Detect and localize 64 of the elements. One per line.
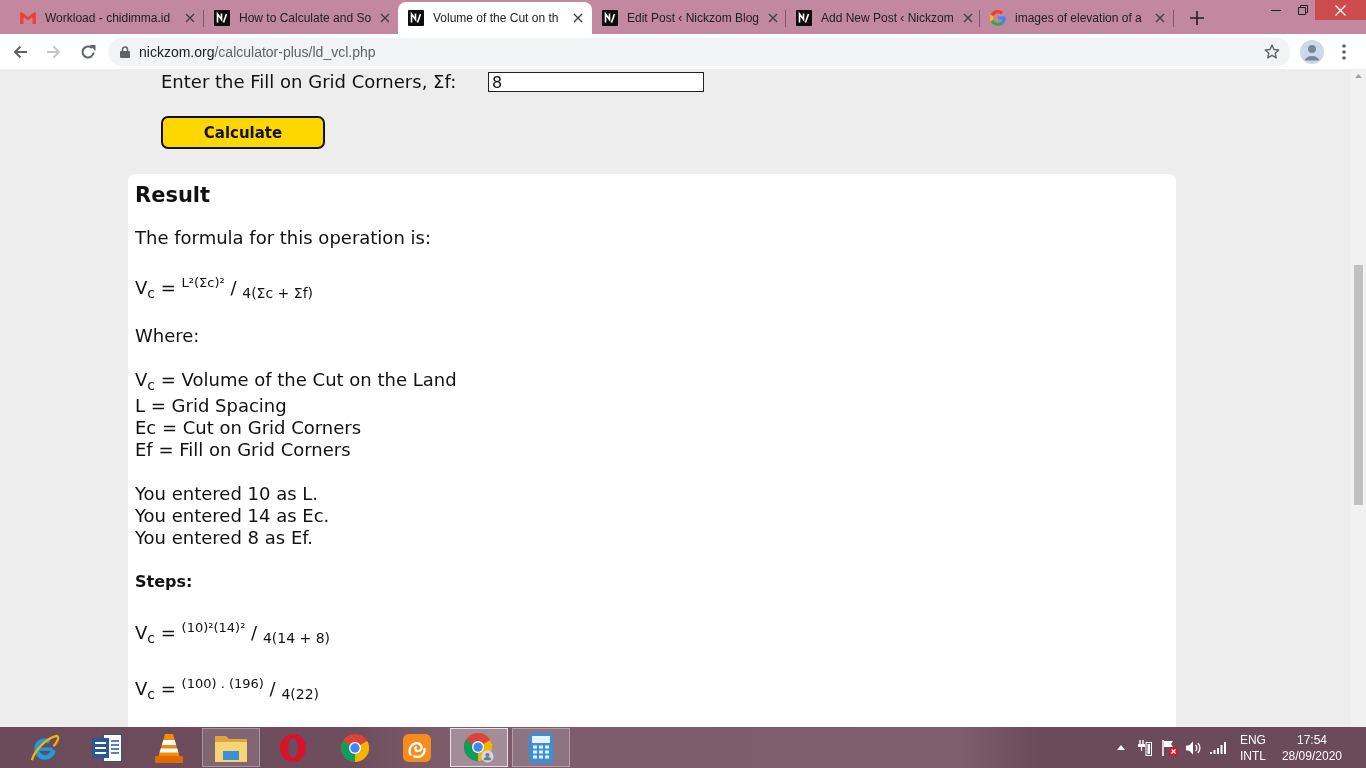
definition-text: Ef = Fill on Grid Corners <box>135 439 351 461</box>
caret-up-icon[interactable] <box>1116 745 1125 750</box>
formula-intro-text: The formula for this operation is: <box>135 227 431 249</box>
formula-text: V$_{c}$ = $^{L²(Σc)²}$ / $_{4(Σc + Σf)}$ <box>135 277 314 301</box>
ring-swoosh-icon <box>30 733 60 762</box>
star-icon[interactable] <box>1264 43 1280 60</box>
speaker-icon[interactable] <box>1185 740 1201 755</box>
logo-icon <box>214 10 230 26</box>
close-icon <box>1335 4 1346 16</box>
result-heading: Result <box>135 182 211 209</box>
document-icon <box>92 733 122 762</box>
reload-icon[interactable] <box>80 43 96 60</box>
definition-text: L = Grid Spacing <box>135 395 287 417</box>
browser-tab[interactable]: Volume of the Cut on th <box>398 2 592 34</box>
definition-text: Ec = Cut on Grid Corners <box>135 417 362 439</box>
close-icon[interactable] <box>573 13 583 23</box>
step-formula: V$_{c}$ = $^{(10)²(14)²}$ / $_{4(14 + 8)}$ <box>135 622 331 646</box>
browser-tab[interactable]: Add New Post ‹ Nickzom <box>786 2 980 34</box>
logo-icon <box>602 10 618 26</box>
address-bar[interactable]: nickzom.org/calculator-plus/ld_vcl.php <box>108 37 1290 66</box>
folder-icon <box>215 733 247 762</box>
browser-tab[interactable]: Workload - chidimma.id <box>10 2 204 34</box>
back-icon[interactable] <box>12 43 28 60</box>
signal-icon[interactable] <box>1209 741 1226 754</box>
calculator-icon <box>529 732 553 763</box>
traffic-cone-icon <box>155 732 183 763</box>
taskbar-button[interactable] <box>202 728 260 767</box>
step-formula: V$_{c}$ = $^{(100) . (196)}$ / $_{4(22)}$ <box>135 678 320 702</box>
g-logo-icon <box>990 10 1006 26</box>
segmented-circle-icon <box>341 733 369 762</box>
scrollbar-thumb[interactable] <box>1354 265 1363 505</box>
app-tile-icon <box>403 733 431 762</box>
flag-alert-icon[interactable] <box>1161 739 1178 756</box>
avatar-icon[interactable] <box>1300 39 1324 64</box>
language-text[interactable]: ENG <box>1239 731 1266 748</box>
more-menu-icon[interactable] <box>1342 43 1346 60</box>
clock-time[interactable]: 17:54 <box>1296 731 1327 748</box>
browser-tab[interactable]: How to Calculate and So <box>204 2 398 34</box>
restore-icon[interactable] <box>1298 5 1308 15</box>
browser-tab[interactable]: images of elevation of a <box>980 2 1174 34</box>
entered-value-text: You entered 14 as Ec. <box>135 505 330 527</box>
ring-icon <box>280 733 306 762</box>
logo-icon <box>796 10 812 26</box>
calculate-button[interactable]: Calculate <box>161 116 325 149</box>
lock-icon[interactable] <box>120 45 130 58</box>
browser-tab[interactable]: Edit Post ‹ Nickzom Blog <box>592 2 786 34</box>
taskbar-button[interactable] <box>450 728 508 767</box>
definition-text: V$_{c}$ = Volume of the Cut on the Land <box>135 369 457 392</box>
clock-date[interactable]: 28/09/2020 <box>1281 747 1342 764</box>
taskbar-button[interactable] <box>512 728 570 767</box>
logo-icon <box>408 10 424 26</box>
where-label: Where: <box>135 325 200 347</box>
keyboard-layout-text[interactable]: INTL <box>1239 747 1266 764</box>
plus-icon[interactable] <box>1190 11 1204 25</box>
segmented-circle-badge-icon <box>464 732 494 763</box>
minimize-icon[interactable] <box>1271 9 1281 11</box>
close-button[interactable] <box>1315 0 1366 20</box>
field-label: Enter the Fill on Grid Corners, Σf: <box>161 71 458 93</box>
envelope-icon <box>20 12 36 24</box>
entered-value-text: You entered 8 as Ef. <box>135 527 313 549</box>
entered-value-text: You entered 10 as L. <box>135 483 319 505</box>
battery-plug-icon[interactable] <box>1137 739 1152 756</box>
number-input[interactable]: 8 <box>488 72 704 92</box>
steps-heading: Steps: <box>135 571 193 593</box>
